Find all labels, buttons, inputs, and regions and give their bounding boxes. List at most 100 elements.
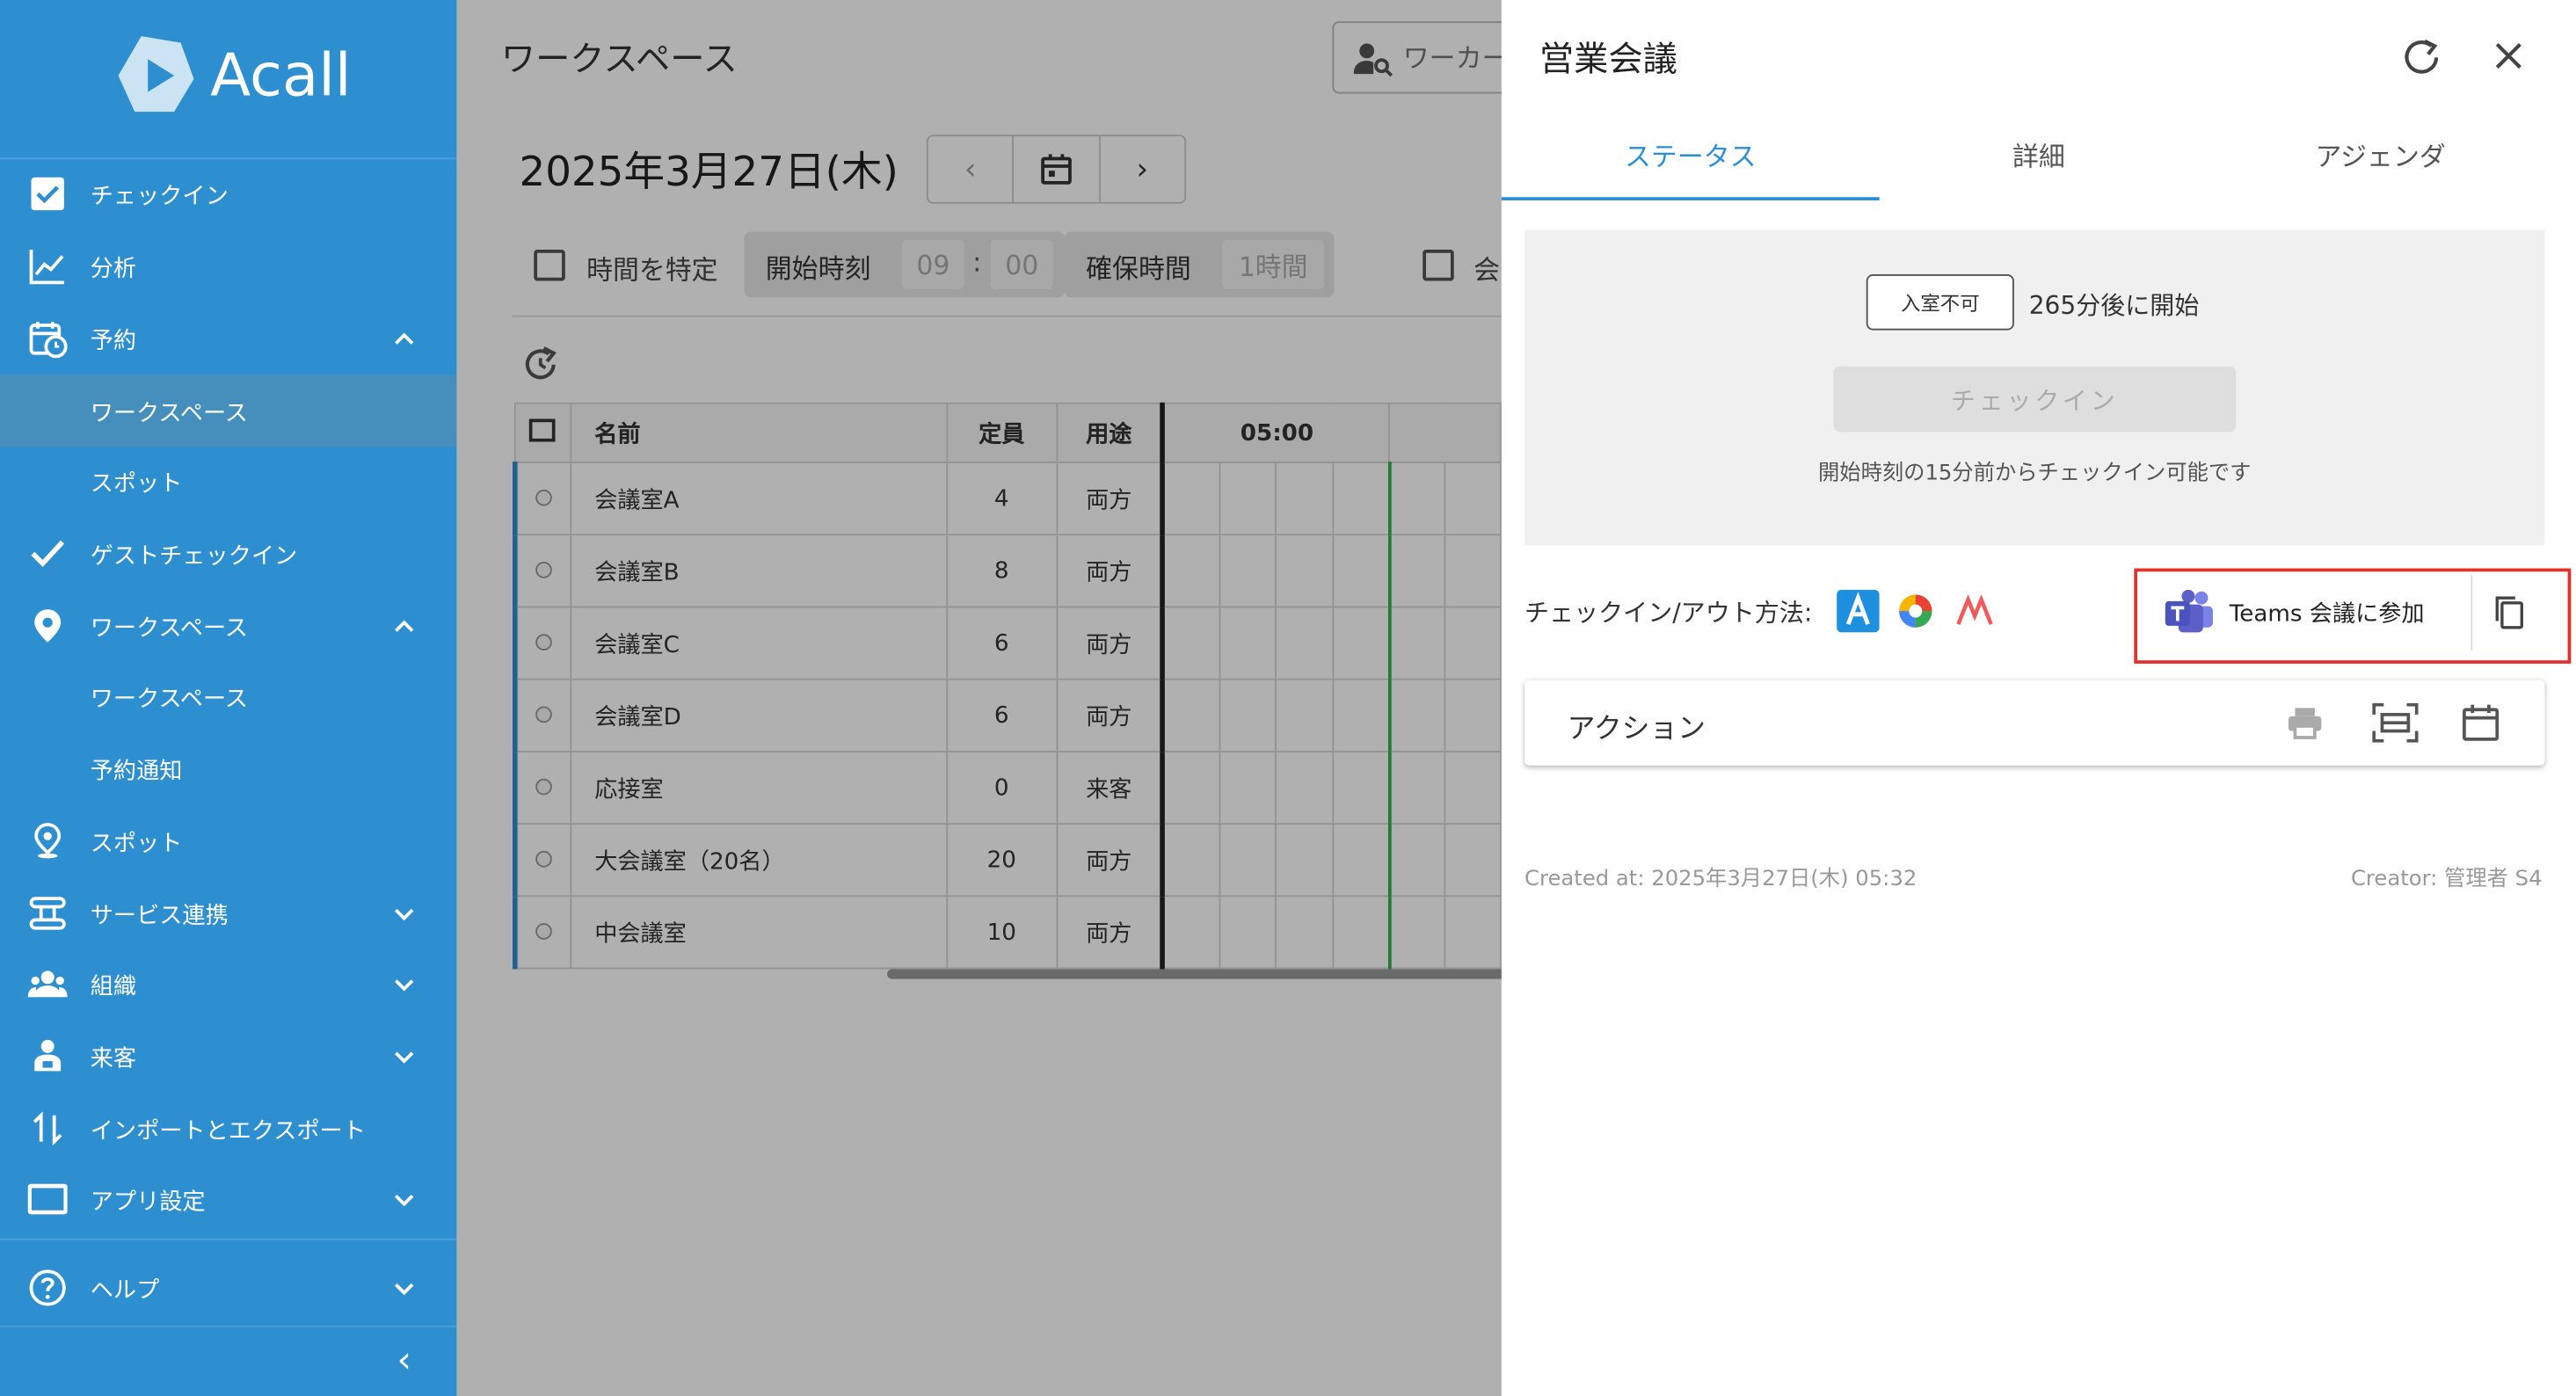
time-slot[interactable] xyxy=(1275,462,1334,536)
time-slot[interactable] xyxy=(1219,895,1277,970)
next-day-button[interactable]: › xyxy=(1100,136,1184,202)
sidebar-item-import-export[interactable]: インポートとエクスポート xyxy=(0,1093,456,1165)
time-slot[interactable] xyxy=(1219,606,1277,680)
sidebar-item-reservation[interactable]: 予約 xyxy=(0,302,456,374)
acall-logo[interactable]: Acall xyxy=(115,33,352,118)
table-row[interactable]: 会議室B 8 両方 xyxy=(513,534,1502,608)
room-name[interactable]: 会議室D xyxy=(570,678,948,753)
row-select[interactable] xyxy=(513,750,572,825)
specify-time-checkbox[interactable] xyxy=(534,250,565,281)
sidebar-item-visitors[interactable]: 来客 xyxy=(0,1020,456,1092)
time-slot[interactable] xyxy=(1219,534,1277,608)
sidebar-item-help[interactable]: ヘルプ xyxy=(0,1252,456,1324)
checkin-button[interactable]: チェックイン xyxy=(1833,366,2237,433)
table-row[interactable]: 会議室A 4 両方 xyxy=(513,462,1502,536)
time-slot[interactable] xyxy=(1331,462,1392,536)
time-slot[interactable] xyxy=(1444,462,1502,536)
room-name[interactable]: 応接室 xyxy=(570,750,948,825)
time-slot[interactable] xyxy=(1331,534,1392,608)
time-slot[interactable] xyxy=(1275,823,1334,898)
close-icon[interactable] xyxy=(2489,36,2529,76)
start-hour-input[interactable]: 09 xyxy=(901,239,964,289)
column-header-capacity[interactable]: 定員 xyxy=(945,402,1058,463)
sidebar-item-guest-checkin[interactable]: ゲストチェックイン xyxy=(0,518,456,590)
row-select[interactable] xyxy=(513,606,572,680)
calendar-icon[interactable] xyxy=(2461,703,2500,743)
calendar-button[interactable] xyxy=(1015,136,1101,202)
table-row[interactable]: 大会議室（20名） 20 両方 xyxy=(513,823,1502,898)
search-box[interactable] xyxy=(1332,21,1530,94)
time-slot[interactable] xyxy=(1219,462,1277,536)
row-select[interactable] xyxy=(513,534,572,608)
time-slot[interactable] xyxy=(1388,606,1446,680)
time-slot[interactable] xyxy=(1275,678,1334,753)
sidebar-item-workspace[interactable]: ワークスペース xyxy=(0,590,456,662)
table-row[interactable]: 会議室C 6 両方 xyxy=(513,606,1502,680)
time-slot[interactable] xyxy=(1444,606,1502,680)
time-slot[interactable] xyxy=(1331,606,1392,680)
sidebar-item-app-settings[interactable]: アプリ設定 xyxy=(0,1163,456,1235)
sidebar-item-workspace-list[interactable]: ワークスペース xyxy=(0,660,456,732)
refresh-icon[interactable] xyxy=(520,345,560,384)
time-slot[interactable] xyxy=(1275,606,1334,680)
sidebar-item-analytics[interactable]: 分析 xyxy=(0,230,456,302)
room-name[interactable]: 会議室A xyxy=(570,462,948,536)
time-slot[interactable] xyxy=(1444,895,1502,970)
tab-agenda[interactable]: アジェンダ xyxy=(2192,115,2570,200)
column-header-usage[interactable]: 用途 xyxy=(1055,402,1166,463)
row-select[interactable] xyxy=(513,895,572,970)
time-slot[interactable] xyxy=(1444,678,1502,753)
time-slot[interactable] xyxy=(1331,895,1392,970)
time-slot[interactable] xyxy=(1161,606,1221,680)
time-slot[interactable] xyxy=(1331,678,1392,753)
time-slot[interactable] xyxy=(1388,895,1446,970)
tab-details[interactable]: 詳細 xyxy=(1850,115,2228,200)
time-slot[interactable] xyxy=(1219,750,1277,825)
join-teams-button[interactable]: Teams 会議に参加 xyxy=(2158,575,2472,651)
time-slot[interactable] xyxy=(1388,750,1446,825)
table-row[interactable]: 中会議室 10 両方 xyxy=(513,895,1502,970)
table-row[interactable]: 会議室D 6 両方 xyxy=(513,678,1502,753)
room-name[interactable]: 中会議室 xyxy=(570,895,948,970)
sidebar-item-spot[interactable]: スポット xyxy=(0,805,456,877)
time-slot[interactable] xyxy=(1161,823,1221,898)
time-slot[interactable] xyxy=(1331,750,1392,825)
time-slot[interactable] xyxy=(1161,462,1221,536)
start-minute-input[interactable]: 00 xyxy=(990,239,1053,289)
duration-input[interactable]: 1時間 xyxy=(1222,239,1325,289)
table-row[interactable]: 応接室 0 来客 xyxy=(513,750,1502,825)
time-slot[interactable] xyxy=(1219,678,1277,753)
tab-status[interactable]: ステータス xyxy=(1501,115,1880,200)
time-slot[interactable] xyxy=(1275,750,1334,825)
room-name[interactable]: 会議室B xyxy=(570,534,948,608)
sidebar-item-organization[interactable]: 組織 xyxy=(0,948,456,1020)
time-slot[interactable] xyxy=(1444,750,1502,825)
row-select[interactable] xyxy=(513,462,572,536)
refresh-icon[interactable] xyxy=(2400,36,2443,79)
prev-day-button[interactable]: ‹ xyxy=(928,136,1015,202)
time-slot[interactable] xyxy=(1444,823,1502,898)
sidebar-collapse-button[interactable]: ‹ xyxy=(388,1341,420,1382)
time-slot[interactable] xyxy=(1219,823,1277,898)
time-slot[interactable] xyxy=(1275,895,1334,970)
qr-scan-icon[interactable] xyxy=(2372,702,2419,743)
sidebar-item-checkin[interactable]: チェックイン xyxy=(0,157,456,229)
sidebar-item-reservation-spot[interactable]: スポット xyxy=(0,445,456,517)
time-slot[interactable] xyxy=(1161,534,1221,608)
time-slot[interactable] xyxy=(1161,895,1221,970)
time-slot[interactable] xyxy=(1275,534,1334,608)
room-name[interactable]: 会議室C xyxy=(570,606,948,680)
room-name[interactable]: 大会議室（20名） xyxy=(570,823,948,898)
time-slot[interactable] xyxy=(1161,750,1221,825)
select-all-header[interactable] xyxy=(513,402,572,463)
column-header-name[interactable]: 名前 xyxy=(570,402,948,463)
time-slot[interactable] xyxy=(1388,534,1446,608)
time-slot[interactable] xyxy=(1388,823,1446,898)
time-slot[interactable] xyxy=(1388,678,1446,753)
sidebar-item-integrations[interactable]: サービス連携 xyxy=(0,877,456,949)
copy-link-button[interactable] xyxy=(2470,575,2544,651)
extra-filter-checkbox[interactable] xyxy=(1423,250,1454,281)
time-slot[interactable] xyxy=(1331,823,1392,898)
print-icon[interactable] xyxy=(2285,703,2325,743)
sidebar-item-reservation-workspace[interactable]: ワークスペース xyxy=(0,374,457,447)
